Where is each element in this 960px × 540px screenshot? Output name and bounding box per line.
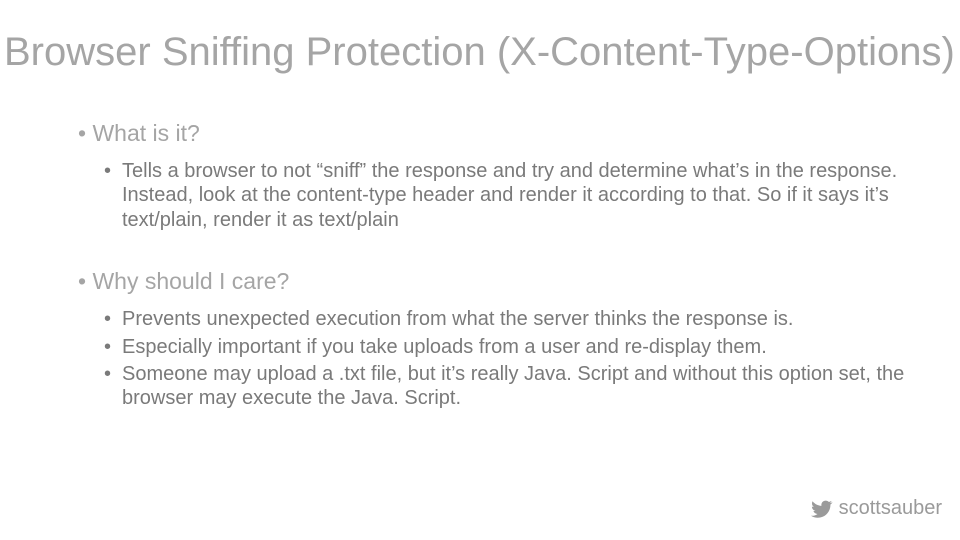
bullet-icon: • [104,335,111,359]
list-item: • Prevents unexpected execution from wha… [104,307,920,331]
heading-text: Why should I care? [92,268,289,294]
bullet-icon: • [78,268,86,294]
slide-content: • What is it? • Tells a browser to not “… [78,120,920,441]
item-text: Especially important if you take uploads… [122,336,767,358]
slide-title: Browser Sniffing Protection (X-Content-T… [4,30,955,75]
heading-text: What is it? [92,120,199,146]
twitter-icon [809,498,835,520]
section-list-what: • Tells a browser to not “sniff” the res… [104,159,920,232]
list-item: • Someone may upload a .txt file, but it… [104,362,920,411]
bullet-icon: • [104,362,111,386]
item-text: Prevents unexpected execution from what … [122,308,793,330]
item-text: Tells a browser to not “sniff” the respo… [122,160,897,231]
item-text: Someone may upload a .txt file, but it’s… [122,363,904,409]
section-list-why: • Prevents unexpected execution from wha… [104,307,920,411]
list-item: • Especially important if you take uploa… [104,335,920,359]
footer: scottsauber [809,497,942,520]
section-heading-why: • Why should I care? [78,268,920,295]
section-heading-what: • What is it? [78,120,920,147]
bullet-icon: • [104,307,111,331]
footer-handle: scottsauber [839,497,942,520]
bullet-icon: • [78,120,86,146]
bullet-icon: • [104,159,111,183]
list-item: • Tells a browser to not “sniff” the res… [104,159,920,232]
